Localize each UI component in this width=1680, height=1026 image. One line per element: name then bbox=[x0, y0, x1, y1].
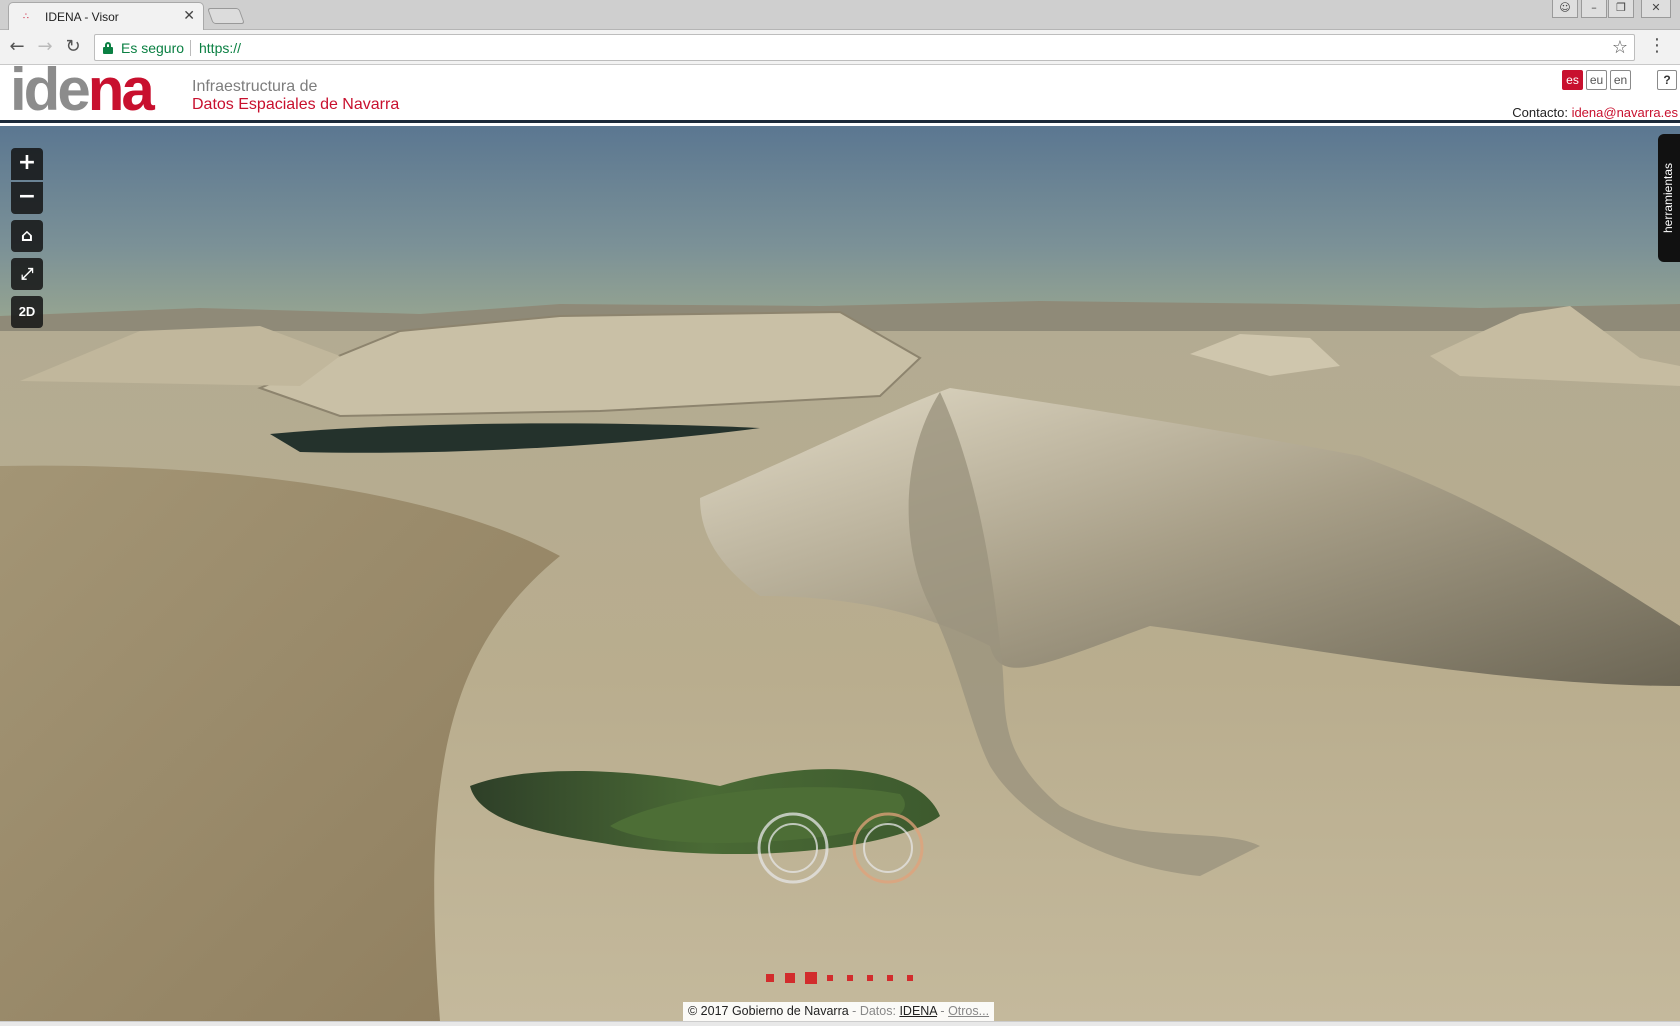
back-icon[interactable]: ← bbox=[6, 36, 28, 58]
restore-icon[interactable]: ❐ bbox=[1608, 0, 1634, 18]
user-icon[interactable]: ☺ bbox=[1552, 0, 1578, 18]
star-icon[interactable]: ☆ bbox=[1612, 37, 1628, 58]
address-bar[interactable]: Es seguro https:// ☆ bbox=[94, 34, 1635, 61]
lang-en-button[interactable]: en bbox=[1610, 70, 1631, 90]
brand-line-1: Infraestructura de bbox=[192, 78, 318, 95]
home-icon[interactable]: ⌂ bbox=[11, 220, 43, 252]
lang-eu-button[interactable]: eu bbox=[1586, 70, 1607, 90]
otros-link[interactable]: Otros... bbox=[948, 1004, 989, 1018]
help-button[interactable]: ? bbox=[1657, 70, 1677, 90]
fullscreen-icon[interactable]: ⤢ bbox=[11, 258, 43, 290]
address-separator bbox=[190, 40, 191, 56]
datos-label: Datos: bbox=[859, 1004, 896, 1018]
browser-tab[interactable]: ∴ IDENA - Visor ✕ bbox=[8, 2, 204, 30]
tools-panel-tab[interactable]: herramientas bbox=[1658, 134, 1680, 262]
tools-label: herramientas bbox=[1661, 162, 1675, 234]
reload-icon[interactable]: ↻ bbox=[62, 36, 84, 58]
lock-icon bbox=[103, 42, 113, 54]
idena-link[interactable]: IDENA bbox=[899, 1004, 937, 1018]
idena-logo[interactable]: idena bbox=[10, 60, 155, 120]
browser-bottom-edge bbox=[0, 1021, 1680, 1026]
contact-info: Contacto: idena@navarra.es bbox=[1512, 105, 1678, 120]
site-header: idena Infraestructura de Datos Espaciale… bbox=[0, 60, 1680, 123]
zoom-out-button[interactable]: − bbox=[11, 182, 43, 214]
lang-es-button[interactable]: es bbox=[1562, 70, 1583, 90]
loading-indicator bbox=[764, 972, 916, 984]
minimize-icon[interactable]: – bbox=[1581, 0, 1607, 18]
copyright-text: © 2017 Gobierno de Navarra bbox=[688, 1004, 849, 1018]
contact-email-link[interactable]: idena@navarra.es bbox=[1572, 105, 1678, 120]
zoom-in-button[interactable]: + bbox=[11, 148, 43, 180]
favicon-icon: ∴ bbox=[23, 12, 29, 22]
map-3d-viewer[interactable]: + − ⌂ ⤢ 2D herramientas © 2017 Gobierno … bbox=[0, 126, 1680, 1021]
terrain-scene[interactable] bbox=[0, 126, 1680, 1021]
secure-label: Es seguro bbox=[121, 40, 185, 56]
window-close-icon[interactable]: ✕ bbox=[1641, 0, 1671, 18]
tab-title: IDENA - Visor bbox=[45, 10, 119, 24]
brand-line-2: Datos Espaciales de Navarra bbox=[192, 96, 400, 113]
url-text[interactable]: https:// bbox=[199, 40, 241, 56]
close-icon[interactable]: ✕ bbox=[183, 8, 195, 24]
view-2d-toggle[interactable]: 2D bbox=[11, 296, 43, 328]
menu-icon[interactable]: ⋮ bbox=[1648, 35, 1666, 56]
browser-tab-strip: ∴ IDENA - Visor ✕ ☺ – ❐ ✕ bbox=[0, 0, 1680, 30]
forward-icon[interactable]: → bbox=[34, 36, 56, 58]
new-tab-button[interactable] bbox=[207, 8, 245, 24]
map-attribution: © 2017 Gobierno de Navarra - Datos: IDEN… bbox=[683, 1002, 995, 1021]
contact-label: Contacto: bbox=[1512, 105, 1568, 120]
browser-toolbar: ← → ↻ Es seguro https:// ☆ ⋮ bbox=[0, 30, 1680, 65]
